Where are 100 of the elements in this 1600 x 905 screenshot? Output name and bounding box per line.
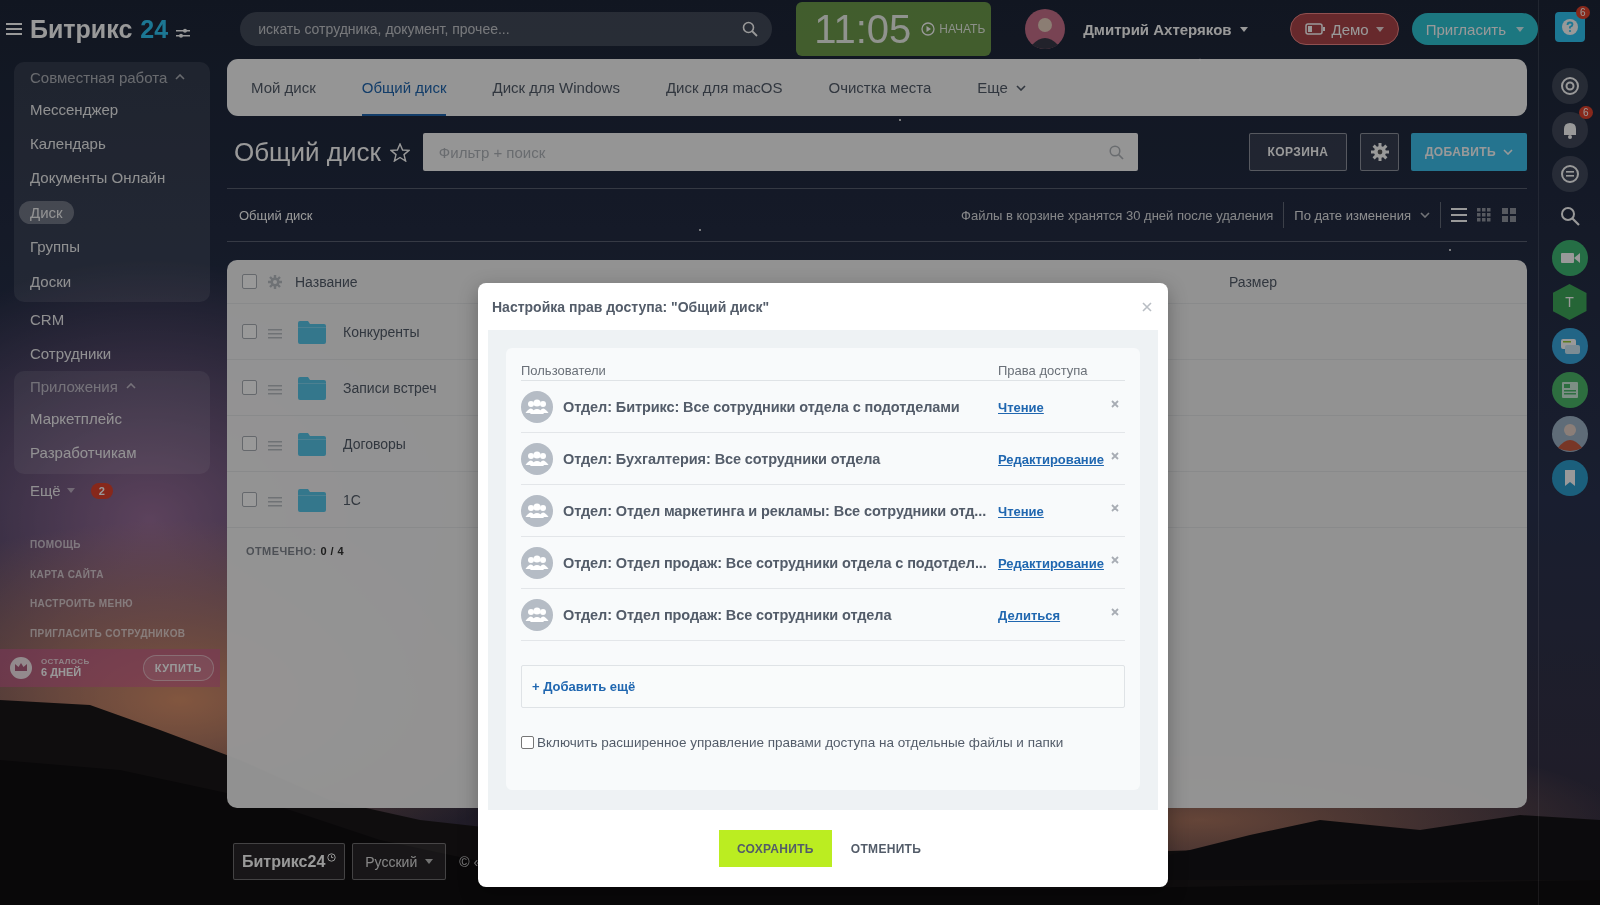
access-level-link[interactable]: Делиться: [998, 608, 1105, 623]
row-checkbox[interactable]: [242, 492, 257, 507]
battery-icon: [1304, 23, 1325, 35]
department-name: Отдел: Бухгалтерия: Все сотрудники отдела: [563, 450, 882, 467]
department-name: Отдел: Отдел продаж: Все сотрудники отдела: [563, 606, 893, 623]
group-icon: [521, 494, 553, 527]
trash-note: Файлы в корзине хранятся 30 дней после удаления: [961, 207, 1274, 223]
column-header: Права доступа: [998, 362, 1089, 378]
chevron-icon: [1015, 84, 1026, 91]
drag-handle-icon[interactable]: [268, 384, 282, 395]
save-button[interactable]: СОХРАНИТЬ: [718, 830, 832, 867]
department-name: Отдел: Битрикс: Все сотрудники отдела с подотделами: [563, 398, 961, 415]
search-icon[interactable]: [1559, 206, 1580, 226]
tab[interactable]: Диск для Windows: [492, 59, 620, 116]
menu-item[interactable]: Группы: [30, 235, 80, 259]
file-name[interactable]: Конкуренты: [343, 323, 420, 340]
close-icon: [1111, 608, 1119, 616]
sort-dropdown[interactable]: По дате изменения: [1294, 207, 1430, 223]
settings-icon: [1370, 143, 1389, 161]
chevron-icon: [1420, 212, 1430, 218]
bookmark-icon[interactable]: [1551, 460, 1588, 496]
file-name[interactable]: 1С: [343, 491, 361, 508]
column-header[interactable]: Название: [295, 273, 358, 290]
folder-icon: [298, 375, 326, 400]
tab[interactable]: Диск для macOS: [665, 59, 783, 116]
department-name: Отдел: Отдел продаж: Все сотрудники отдела с подотдел...: [563, 554, 988, 571]
caret-icon: [1516, 26, 1524, 32]
menu-group-title[interactable]: Совместная работа: [30, 68, 168, 86]
group-icon: [521, 442, 553, 475]
breadcrumb[interactable]: Общий диск: [239, 207, 313, 223]
row-checkbox[interactable]: [242, 380, 257, 395]
row-checkbox[interactable]: [242, 436, 257, 451]
access-level-link[interactable]: Редактирование: [998, 556, 1105, 571]
page-title: Общий диск: [234, 136, 381, 168]
access-level-link[interactable]: Чтение: [998, 400, 1105, 415]
newspaper-icon[interactable]: [1551, 372, 1588, 408]
drag-handle-icon[interactable]: [268, 496, 282, 507]
drag-handle-icon[interactable]: [268, 328, 282, 339]
caret-icon: [1375, 26, 1384, 32]
more-menu-item[interactable]: Ещё: [30, 482, 61, 500]
star-icon[interactable]: [389, 142, 410, 162]
file-name[interactable]: Договоры: [343, 435, 406, 452]
caret-icon: [1239, 26, 1248, 32]
clock-time: 11:05: [814, 6, 912, 52]
caret-icon: [425, 859, 434, 864]
checkbox[interactable]: [521, 736, 534, 749]
menu-icon[interactable]: [6, 23, 22, 35]
file-name[interactable]: Записи встреч: [343, 379, 437, 396]
group-icon: [521, 390, 553, 423]
chat-bubbles-icon[interactable]: [1551, 328, 1588, 364]
close-button[interactable]: [1140, 299, 1154, 314]
clock-icon: [327, 853, 337, 862]
crown-icon: [10, 656, 32, 679]
more-tab[interactable]: Еще: [977, 59, 1026, 116]
drag-handle-icon[interactable]: [268, 440, 282, 451]
demo-button[interactable]: Демо: [1289, 13, 1399, 45]
menu-item[interactable]: Разработчикам: [30, 441, 137, 465]
folder-icon: [298, 431, 326, 456]
tab[interactable]: Очистка места: [828, 59, 932, 116]
logo-text: Битрикс: [30, 14, 133, 44]
add-more-link[interactable]: + Добавить ещё: [532, 679, 636, 694]
user-avatar[interactable]: [1025, 9, 1066, 49]
settings-icon[interactable]: [268, 274, 282, 289]
row-checkbox[interactable]: [242, 324, 257, 339]
menu-item[interactable]: Доски: [30, 269, 72, 293]
tab[interactable]: Мой диск: [251, 59, 316, 116]
play-icon: [921, 22, 936, 36]
sliders-icon[interactable]: [176, 27, 191, 38]
select-all-checkbox[interactable]: [242, 274, 257, 289]
close-icon: [1111, 556, 1119, 564]
dialog-title: Настройка прав доступа: "Общий диск": [492, 298, 770, 315]
video-camera-icon[interactable]: [1551, 240, 1588, 276]
menu-item[interactable]: Сотрудники: [30, 342, 112, 366]
menu-item[interactable]: Мессенджер: [30, 97, 119, 121]
search-icon: [1108, 145, 1124, 160]
search-icon: [742, 21, 759, 37]
close-icon: [1111, 504, 1119, 512]
user-menu-button[interactable]: Дмитрий Ахтеряков: [1077, 19, 1254, 39]
menu-item[interactable]: Маркетплейс: [30, 406, 122, 430]
folder-icon: [298, 319, 326, 344]
checkbox-label[interactable]: Включить расширенное управление правами доступа на отдельные файлы и папки: [537, 735, 1064, 750]
menu-item[interactable]: CRM: [30, 308, 65, 332]
cancel-button[interactable]: ОТМЕНИТЬ: [844, 840, 928, 857]
trial-caption: ОСТАЛОСЬ: [41, 657, 90, 667]
menu-item[interactable]: Документы Онлайн: [30, 166, 166, 190]
footer-link[interactable]: ПОМОЩЬ: [30, 539, 81, 551]
group-icon: [521, 546, 553, 579]
tab[interactable]: Общий диск: [361, 59, 447, 116]
selected-count: 0 / 4: [320, 545, 344, 557]
column-header[interactable]: Размер: [1228, 273, 1277, 290]
access-level-link[interactable]: Редактирование: [998, 452, 1105, 467]
view-list-icon[interactable]: [1451, 207, 1467, 223]
access-level-link[interactable]: Чтение: [998, 504, 1105, 519]
close-icon: [1111, 452, 1119, 460]
start-button[interactable]: НАЧАТЬ: [921, 22, 986, 36]
close-icon: [1111, 400, 1119, 408]
chevron-icon: [1503, 149, 1514, 155]
user-avatar[interactable]: [1551, 416, 1588, 452]
department-name: Отдел: Отдел маркетинга и рекламы: Все сотрудники отд...: [563, 502, 988, 519]
menu-item[interactable]: Календарь: [30, 132, 106, 156]
